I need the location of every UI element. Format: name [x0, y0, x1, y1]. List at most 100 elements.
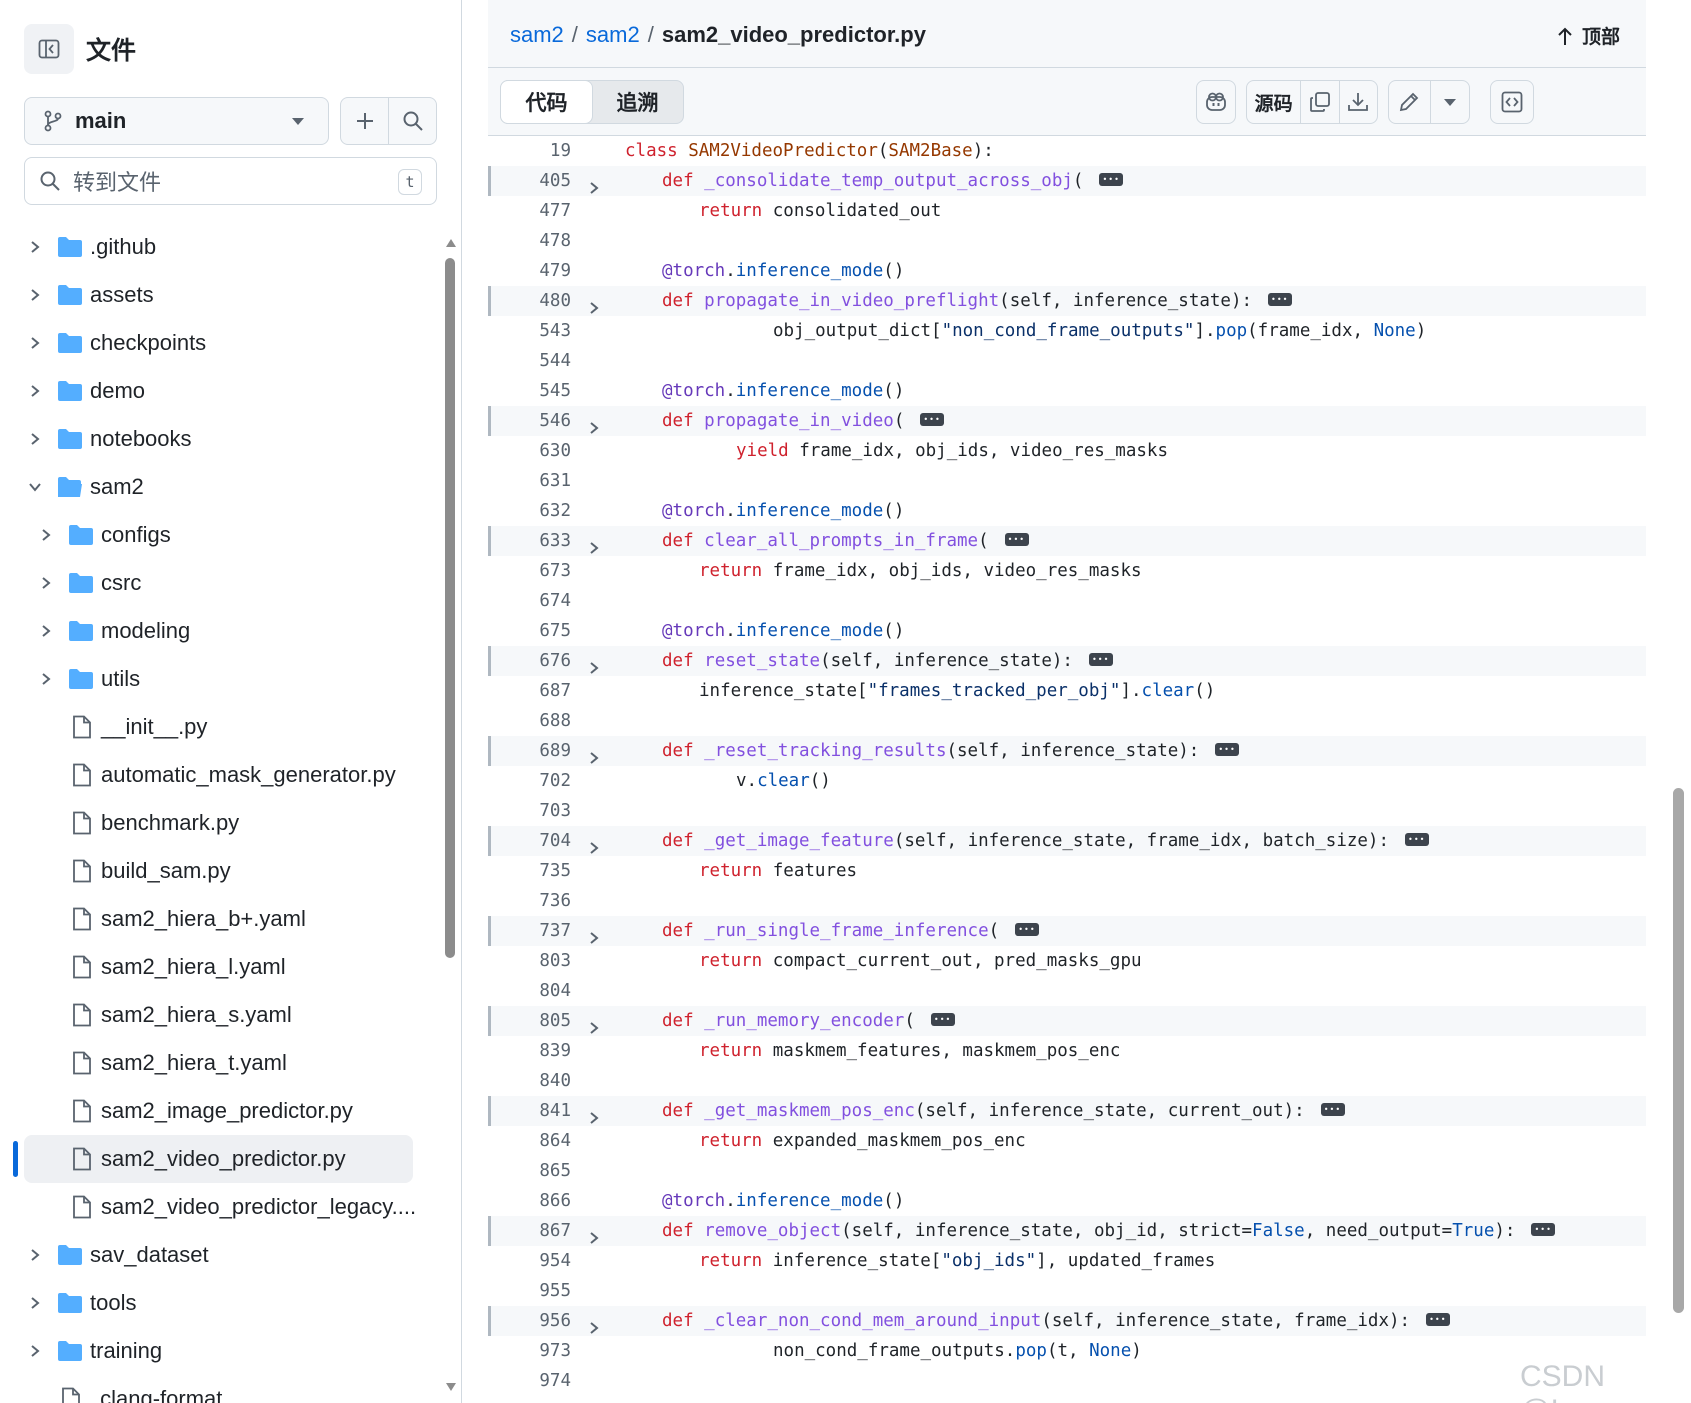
tree-file-item[interactable]: build_sam.py	[0, 847, 440, 895]
tree-folder-item[interactable]: .github	[0, 223, 440, 271]
tree-folder-item[interactable]: checkpoints	[0, 319, 440, 367]
line-number[interactable]: 632	[488, 496, 571, 526]
symbols-panel-button[interactable]	[1490, 80, 1534, 124]
collapsed-block-ellipsis[interactable]	[1426, 1305, 1451, 1335]
line-number[interactable]: 673	[488, 556, 571, 586]
edit-file-button[interactable]	[1389, 81, 1430, 123]
tree-file-item[interactable]: .clang-format	[0, 1375, 440, 1403]
line-number[interactable]: 545	[488, 376, 571, 406]
tree-file-item[interactable]: sam2_hiera_s.yaml	[0, 991, 440, 1039]
tree-file-item[interactable]: sam2_image_predictor.py	[0, 1087, 440, 1135]
line-number[interactable]: 479	[488, 256, 571, 286]
line-number[interactable]: 866	[488, 1186, 571, 1216]
go-to-file-input[interactable]: 转到文件 t	[24, 157, 437, 205]
line-number[interactable]: 839	[488, 1036, 571, 1066]
tree-chevron[interactable]	[27, 481, 43, 493]
collapsed-block-ellipsis[interactable]	[1099, 165, 1124, 195]
tree-folder-item[interactable]: csrc	[0, 559, 440, 607]
tree-chevron[interactable]	[27, 240, 43, 254]
tree-file-item[interactable]: benchmark.py	[0, 799, 440, 847]
tree-folder-item[interactable]: modeling	[0, 607, 440, 655]
line-number[interactable]: 841	[488, 1096, 571, 1126]
download-button[interactable]	[1338, 81, 1377, 123]
raw-button[interactable]: 源码	[1247, 81, 1300, 123]
tree-folder-item[interactable]: sav_dataset	[0, 1231, 440, 1279]
tree-chevron[interactable]	[38, 672, 54, 686]
page-scrollbar-thumb[interactable]	[1673, 788, 1684, 1313]
line-number[interactable]: 689	[488, 736, 571, 766]
tree-file-item[interactable]: automatic_mask_generator.py	[0, 751, 440, 799]
scroll-to-top-button[interactable]: 顶部	[1556, 22, 1620, 49]
breadcrumb-folder-link[interactable]: sam2	[586, 22, 640, 48]
line-number[interactable]: 405	[488, 166, 571, 196]
line-number[interactable]: 676	[488, 646, 571, 676]
line-number[interactable]: 675	[488, 616, 571, 646]
line-number[interactable]: 805	[488, 1006, 571, 1036]
tree-chevron[interactable]	[27, 336, 43, 350]
collapsed-block-ellipsis[interactable]	[1268, 285, 1293, 315]
branch-selector[interactable]: main	[24, 97, 329, 145]
line-number[interactable]: 974	[488, 1366, 571, 1396]
tree-folder-item[interactable]: utils	[0, 655, 440, 703]
tree-chevron[interactable]	[27, 1344, 43, 1358]
line-number[interactable]: 19	[488, 136, 571, 166]
line-number[interactable]: 955	[488, 1276, 571, 1306]
line-number[interactable]: 702	[488, 766, 571, 796]
tree-file-item[interactable]: __init__.py	[0, 703, 440, 751]
copy-raw-button[interactable]	[1300, 81, 1338, 123]
collapsed-block-ellipsis[interactable]	[1320, 1095, 1345, 1125]
collapsed-block-ellipsis[interactable]	[1004, 525, 1029, 555]
line-number[interactable]: 867	[488, 1216, 571, 1246]
tree-chevron[interactable]	[38, 624, 54, 638]
line-number[interactable]: 478	[488, 226, 571, 256]
tree-folder-item[interactable]: configs	[0, 511, 440, 559]
tab-blame[interactable]: 追溯	[592, 81, 683, 123]
line-number[interactable]: 703	[488, 796, 571, 826]
tree-chevron[interactable]	[27, 384, 43, 398]
line-number[interactable]: 480	[488, 286, 571, 316]
line-number[interactable]: 544	[488, 346, 571, 376]
collapsed-block-ellipsis[interactable]	[1215, 735, 1240, 765]
line-number[interactable]: 865	[488, 1156, 571, 1186]
tree-folder-item[interactable]: sam2	[0, 463, 440, 511]
collapsed-block-ellipsis[interactable]	[1088, 645, 1113, 675]
line-number[interactable]: 631	[488, 466, 571, 496]
tree-chevron[interactable]	[27, 1248, 43, 1262]
collapsed-block-ellipsis[interactable]	[1015, 915, 1040, 945]
tree-folder-item[interactable]: training	[0, 1327, 440, 1375]
line-number[interactable]: 630	[488, 436, 571, 466]
tree-folder-item[interactable]: demo	[0, 367, 440, 415]
line-number[interactable]: 954	[488, 1246, 571, 1276]
tree-file-item[interactable]: sam2_video_predictor_legacy....	[0, 1183, 440, 1231]
line-number[interactable]: 674	[488, 586, 571, 616]
line-number[interactable]: 704	[488, 826, 571, 856]
tree-chevron[interactable]	[27, 432, 43, 446]
line-number[interactable]: 864	[488, 1126, 571, 1156]
line-number[interactable]: 633	[488, 526, 571, 556]
tree-file-item[interactable]: sam2_hiera_l.yaml	[0, 943, 440, 991]
collapsed-block-ellipsis[interactable]	[920, 405, 945, 435]
tree-chevron[interactable]	[27, 1296, 43, 1310]
edit-options-dropdown[interactable]	[1429, 81, 1469, 123]
line-number[interactable]: 803	[488, 946, 571, 976]
line-number[interactable]: 956	[488, 1306, 571, 1336]
tree-chevron[interactable]	[38, 528, 54, 542]
line-number[interactable]: 736	[488, 886, 571, 916]
copilot-button[interactable]	[1196, 80, 1236, 124]
add-file-button[interactable]	[341, 98, 388, 144]
tree-file-item[interactable]: sam2_hiera_b+.yaml	[0, 895, 440, 943]
line-number[interactable]: 477	[488, 196, 571, 226]
tree-chevron[interactable]	[27, 288, 43, 302]
breadcrumb-repo-link[interactable]: sam2	[510, 22, 564, 48]
line-number[interactable]: 688	[488, 706, 571, 736]
line-number[interactable]: 687	[488, 676, 571, 706]
tree-folder-item[interactable]: tools	[0, 1279, 440, 1327]
line-number[interactable]: 804	[488, 976, 571, 1006]
line-number[interactable]: 546	[488, 406, 571, 436]
line-number[interactable]: 543	[488, 316, 571, 346]
search-button[interactable]	[388, 98, 436, 144]
collapsed-block-ellipsis[interactable]	[1405, 825, 1429, 855]
collapsed-block-ellipsis[interactable]	[1531, 1215, 1556, 1245]
line-number[interactable]: 737	[488, 916, 571, 946]
collapse-sidebar-button[interactable]	[24, 24, 74, 74]
